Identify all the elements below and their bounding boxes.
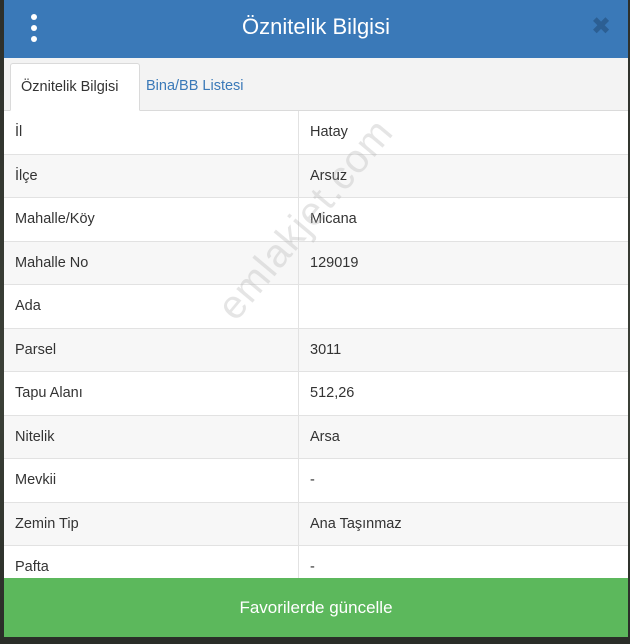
tab-bar: Öznitelik Bilgisi Bina/BB Listesi: [4, 58, 628, 111]
column-divider: [298, 285, 299, 328]
attribute-value: 3011: [310, 341, 342, 358]
dialog-header: Öznitelik Bilgisi ✖: [4, 0, 628, 58]
column-divider: [298, 372, 299, 415]
attribute-key: İl: [15, 124, 23, 140]
dialog-title: Öznitelik Bilgisi: [242, 14, 390, 39]
attribute-table: İl Hatay İlçe Arsuz Mahalle/Köy Micana Mahalle…: [4, 111, 628, 590]
table-row: İl Hatay: [4, 111, 628, 155]
attribute-value: Micana: [310, 211, 357, 227]
column-divider: [298, 111, 299, 154]
update-favorites-button[interactable]: Favorilerde güncelle: [4, 578, 628, 637]
column-divider: [298, 502, 299, 545]
table-row: Nitelik Arsa: [4, 415, 628, 459]
table-row: Tapu Alanı 512,26: [4, 372, 628, 416]
attribute-key: Mahalle No: [15, 254, 89, 271]
attribute-key: Nitelik: [15, 428, 55, 445]
attribute-value: Arsa: [310, 428, 340, 445]
attribute-value: Ana Taşınmaz: [310, 515, 402, 532]
attribute-key: Parsel: [15, 341, 57, 358]
attribute-key: Ada: [15, 298, 41, 314]
attribute-key: Mahalle/Köy: [15, 211, 95, 227]
table-row: Parsel 3011: [4, 328, 628, 372]
table-row: Mevkii -: [4, 459, 628, 503]
attribute-key: Mevkii: [15, 472, 57, 488]
attribute-key: Zemin Tip: [15, 515, 79, 532]
table-row: Ada: [4, 285, 628, 329]
attribute-info-dialog: Öznitelik Bilgisi ✖ Öznitelik Bilgisi Bi…: [4, 0, 628, 637]
table-row: Mahalle No 129019: [4, 241, 628, 285]
tab-building-list[interactable]: Bina/BB Listesi: [136, 63, 254, 110]
table-row: İlçe Arsuz: [4, 154, 628, 198]
column-divider: [298, 154, 299, 197]
attribute-key: Tapu Alanı: [15, 385, 83, 401]
tab-attribute-info[interactable]: Öznitelik Bilgisi: [10, 63, 140, 111]
attribute-key: İlçe: [15, 167, 38, 184]
attribute-value: -: [310, 472, 315, 488]
column-divider: [298, 415, 299, 458]
table-row: Mahalle/Köy Micana: [4, 198, 628, 242]
attribute-value: 512,26: [310, 385, 355, 401]
attribute-value: Hatay: [310, 124, 348, 140]
column-divider: [298, 328, 299, 371]
attribute-value: Arsuz: [310, 167, 348, 184]
attribute-value: [310, 285, 620, 327]
column-divider: [298, 241, 299, 284]
column-divider: [298, 198, 299, 241]
table-row: Zemin Tip Ana Taşınmaz: [4, 502, 628, 546]
close-icon[interactable]: ✖: [590, 13, 612, 41]
attribute-value: 129019: [310, 254, 359, 271]
column-divider: [298, 459, 299, 502]
